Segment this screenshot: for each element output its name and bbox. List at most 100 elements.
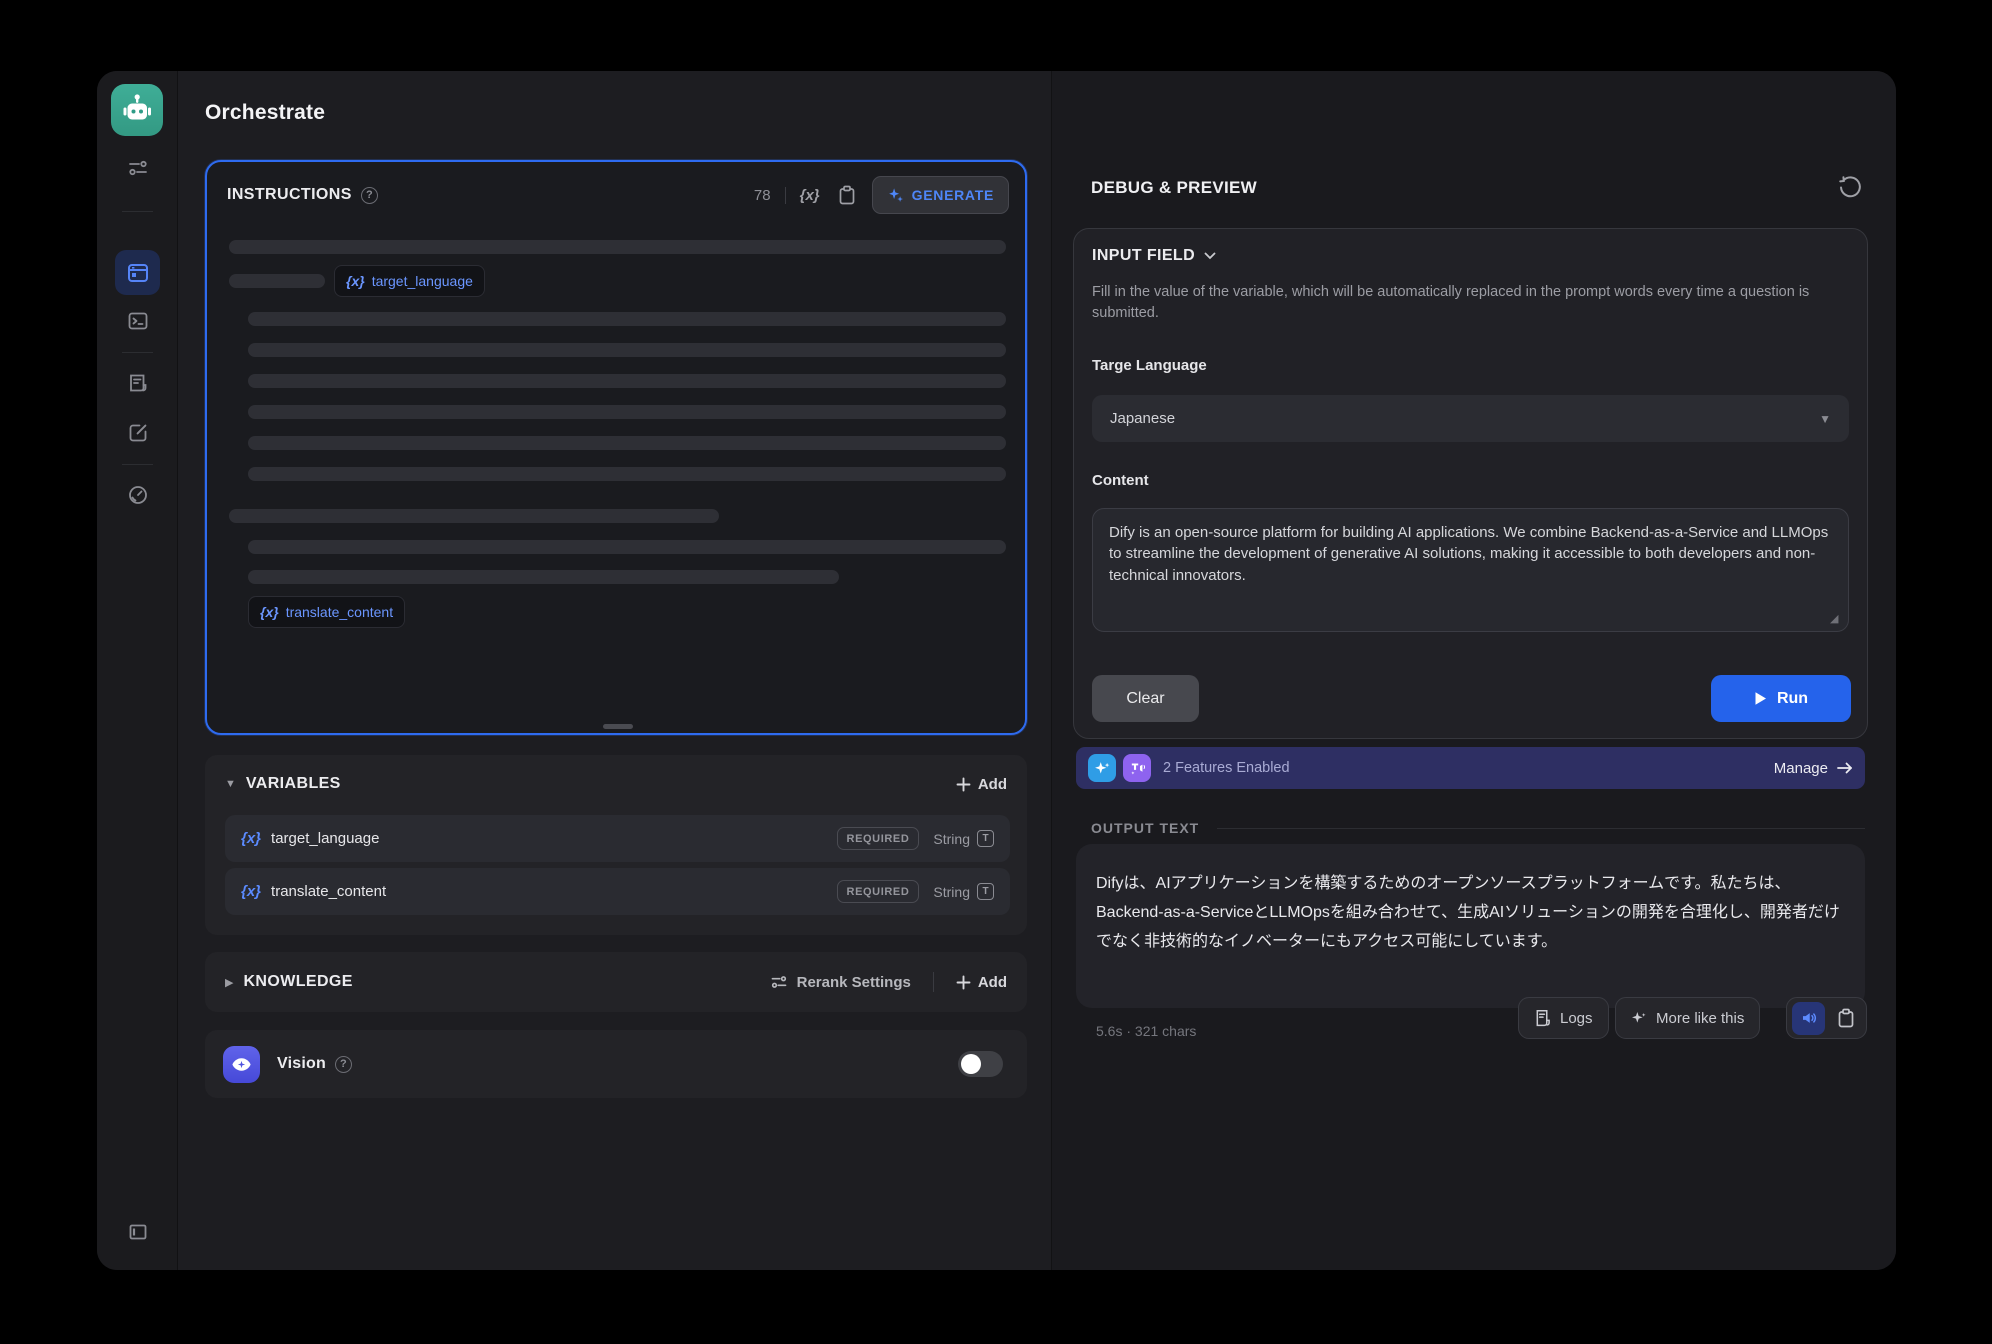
vision-toggle[interactable]: [958, 1051, 1003, 1077]
output-text-title: OUTPUT TEXT: [1091, 820, 1199, 836]
chip-label: target_language: [372, 273, 473, 289]
variable-chip-target-language[interactable]: {x} target_language: [334, 265, 485, 297]
add-knowledge-button[interactable]: Add: [956, 974, 1007, 991]
sparkle-icon: [1631, 1010, 1647, 1026]
more-like-this-label: More like this: [1656, 1010, 1744, 1027]
chevron-down-icon[interactable]: ▼: [225, 778, 236, 790]
skeleton-line: [248, 343, 1006, 357]
add-label: Add: [978, 776, 1007, 793]
speaker-icon: [1800, 1009, 1818, 1027]
arrow-right-icon: [1837, 762, 1853, 774]
output-card: Difyは、AIアプリケーションを構築するためのオープンソースプラットフォームで…: [1076, 844, 1865, 1008]
language-select[interactable]: Japanese ▼: [1092, 395, 1849, 442]
features-count-label: 2 Features Enabled: [1163, 760, 1290, 776]
robot-icon: [120, 93, 154, 127]
collapse-panel-icon[interactable]: [97, 1221, 178, 1243]
variables-title: VARIABLES: [246, 775, 341, 793]
sliders-icon: [770, 973, 788, 991]
variable-row[interactable]: {x} translate_content REQUIRED String T: [225, 868, 1010, 915]
vision-icon: [223, 1046, 260, 1083]
chip-label: translate_content: [286, 604, 393, 620]
rerank-label: Rerank Settings: [797, 974, 911, 991]
skeleton-line: [229, 274, 325, 288]
output-meta: 5.6s · 321 chars: [1096, 1023, 1196, 1039]
clear-label: Clear: [1126, 690, 1164, 708]
plus-icon: [956, 777, 971, 792]
play-icon: [1754, 691, 1767, 706]
debug-pane: DEBUG & PREVIEW INPUT FIELD Fill in the …: [1051, 71, 1896, 1270]
brace-token: {x}: [241, 883, 261, 900]
copy-output-icon[interactable]: [1831, 1002, 1861, 1035]
text-type-icon[interactable]: T: [977, 830, 994, 847]
language-label: Targe Language: [1092, 357, 1849, 374]
annotation-icon[interactable]: [97, 422, 178, 444]
skeleton-line: [248, 436, 1006, 450]
skeleton-line: [248, 540, 1006, 554]
generate-button[interactable]: GENERATE: [872, 176, 1009, 214]
variable-name: translate_content: [271, 883, 386, 900]
rail-divider: [122, 211, 153, 212]
content-label: Content: [1092, 472, 1849, 489]
terminal-icon[interactable]: [97, 310, 178, 332]
chevron-right-icon[interactable]: ▶: [225, 976, 233, 989]
skeleton-line: [248, 570, 839, 584]
variable-name: target_language: [271, 830, 379, 847]
reset-icon[interactable]: [1838, 176, 1861, 199]
insert-variable-icon[interactable]: {x}: [800, 187, 820, 204]
sparkle-feature-icon: [1088, 754, 1116, 782]
tts-feature-icon: [1123, 754, 1151, 782]
panel-resize-handle[interactable]: [603, 724, 633, 729]
monitor-gauge-icon[interactable]: [97, 484, 178, 506]
clear-button[interactable]: Clear: [1092, 675, 1199, 722]
sparkle-icon: [887, 187, 904, 204]
generate-label: GENERATE: [912, 187, 994, 203]
add-variable-button[interactable]: Add: [956, 776, 1007, 793]
skeleton-line: [248, 405, 1006, 419]
input-field-header[interactable]: INPUT FIELD: [1092, 247, 1849, 265]
app-logo[interactable]: [111, 84, 163, 136]
run-button[interactable]: Run: [1711, 675, 1851, 722]
knowledge-panel: ▶ KNOWLEDGE Rerank Settings Add: [205, 952, 1027, 1012]
manage-features-button[interactable]: Manage: [1774, 760, 1853, 777]
toggle-knob: [961, 1054, 981, 1074]
copy-icon[interactable]: [838, 185, 856, 205]
help-icon[interactable]: ?: [361, 187, 378, 204]
instructions-panel: INSTRUCTIONS ? 78 {x} GENERATE: [205, 160, 1027, 735]
text-type-icon[interactable]: T: [977, 883, 994, 900]
rail-divider: [122, 352, 153, 353]
help-icon[interactable]: ?: [335, 1056, 352, 1073]
skeleton-line: [248, 467, 1006, 481]
output-divider: [1217, 828, 1865, 829]
page-title: Orchestrate: [205, 101, 325, 125]
variable-type: String: [933, 884, 970, 900]
logs-label: Logs: [1560, 1010, 1593, 1027]
output-actions: [1786, 997, 1867, 1039]
skeleton-line: [248, 312, 1006, 326]
output-text: Difyは、AIアプリケーションを構築するためのオープンソースプラットフォームで…: [1096, 870, 1848, 956]
input-field-card: INPUT FIELD Fill in the value of the var…: [1073, 228, 1868, 739]
skeleton-line: [248, 374, 1006, 388]
brace-token: {x}: [241, 830, 261, 847]
content-textarea[interactable]: Dify is an open-source platform for buil…: [1092, 508, 1849, 632]
run-label: Run: [1777, 690, 1808, 708]
speaker-button[interactable]: [1792, 1002, 1825, 1035]
features-bar[interactable]: 2 Features Enabled Manage: [1076, 747, 1865, 789]
variable-chip-translate-content[interactable]: {x} translate_content: [248, 596, 405, 628]
add-label: Add: [978, 974, 1007, 991]
instructions-title: INSTRUCTIONS: [227, 186, 352, 204]
logs-button[interactable]: Logs: [1518, 997, 1609, 1039]
required-badge: REQUIRED: [837, 827, 920, 850]
chevron-down-icon: [1204, 252, 1216, 260]
knowledge-title: KNOWLEDGE: [243, 973, 352, 991]
nav-item-orchestrate[interactable]: [115, 250, 160, 295]
rerank-settings-button[interactable]: Rerank Settings: [770, 973, 911, 991]
variable-row[interactable]: {x} target_language REQUIRED String T: [225, 815, 1010, 862]
nav-rail: [97, 71, 178, 1270]
sliders-icon[interactable]: [97, 157, 178, 179]
more-like-this-button[interactable]: More like this: [1615, 997, 1760, 1039]
logs-icon[interactable]: [97, 372, 178, 394]
language-value: Japanese: [1110, 410, 1175, 427]
screen: Orchestrate ✳ GPT-4o CHAT: [0, 0, 1992, 1344]
manage-label: Manage: [1774, 760, 1828, 777]
brace-token: {x}: [260, 604, 279, 620]
